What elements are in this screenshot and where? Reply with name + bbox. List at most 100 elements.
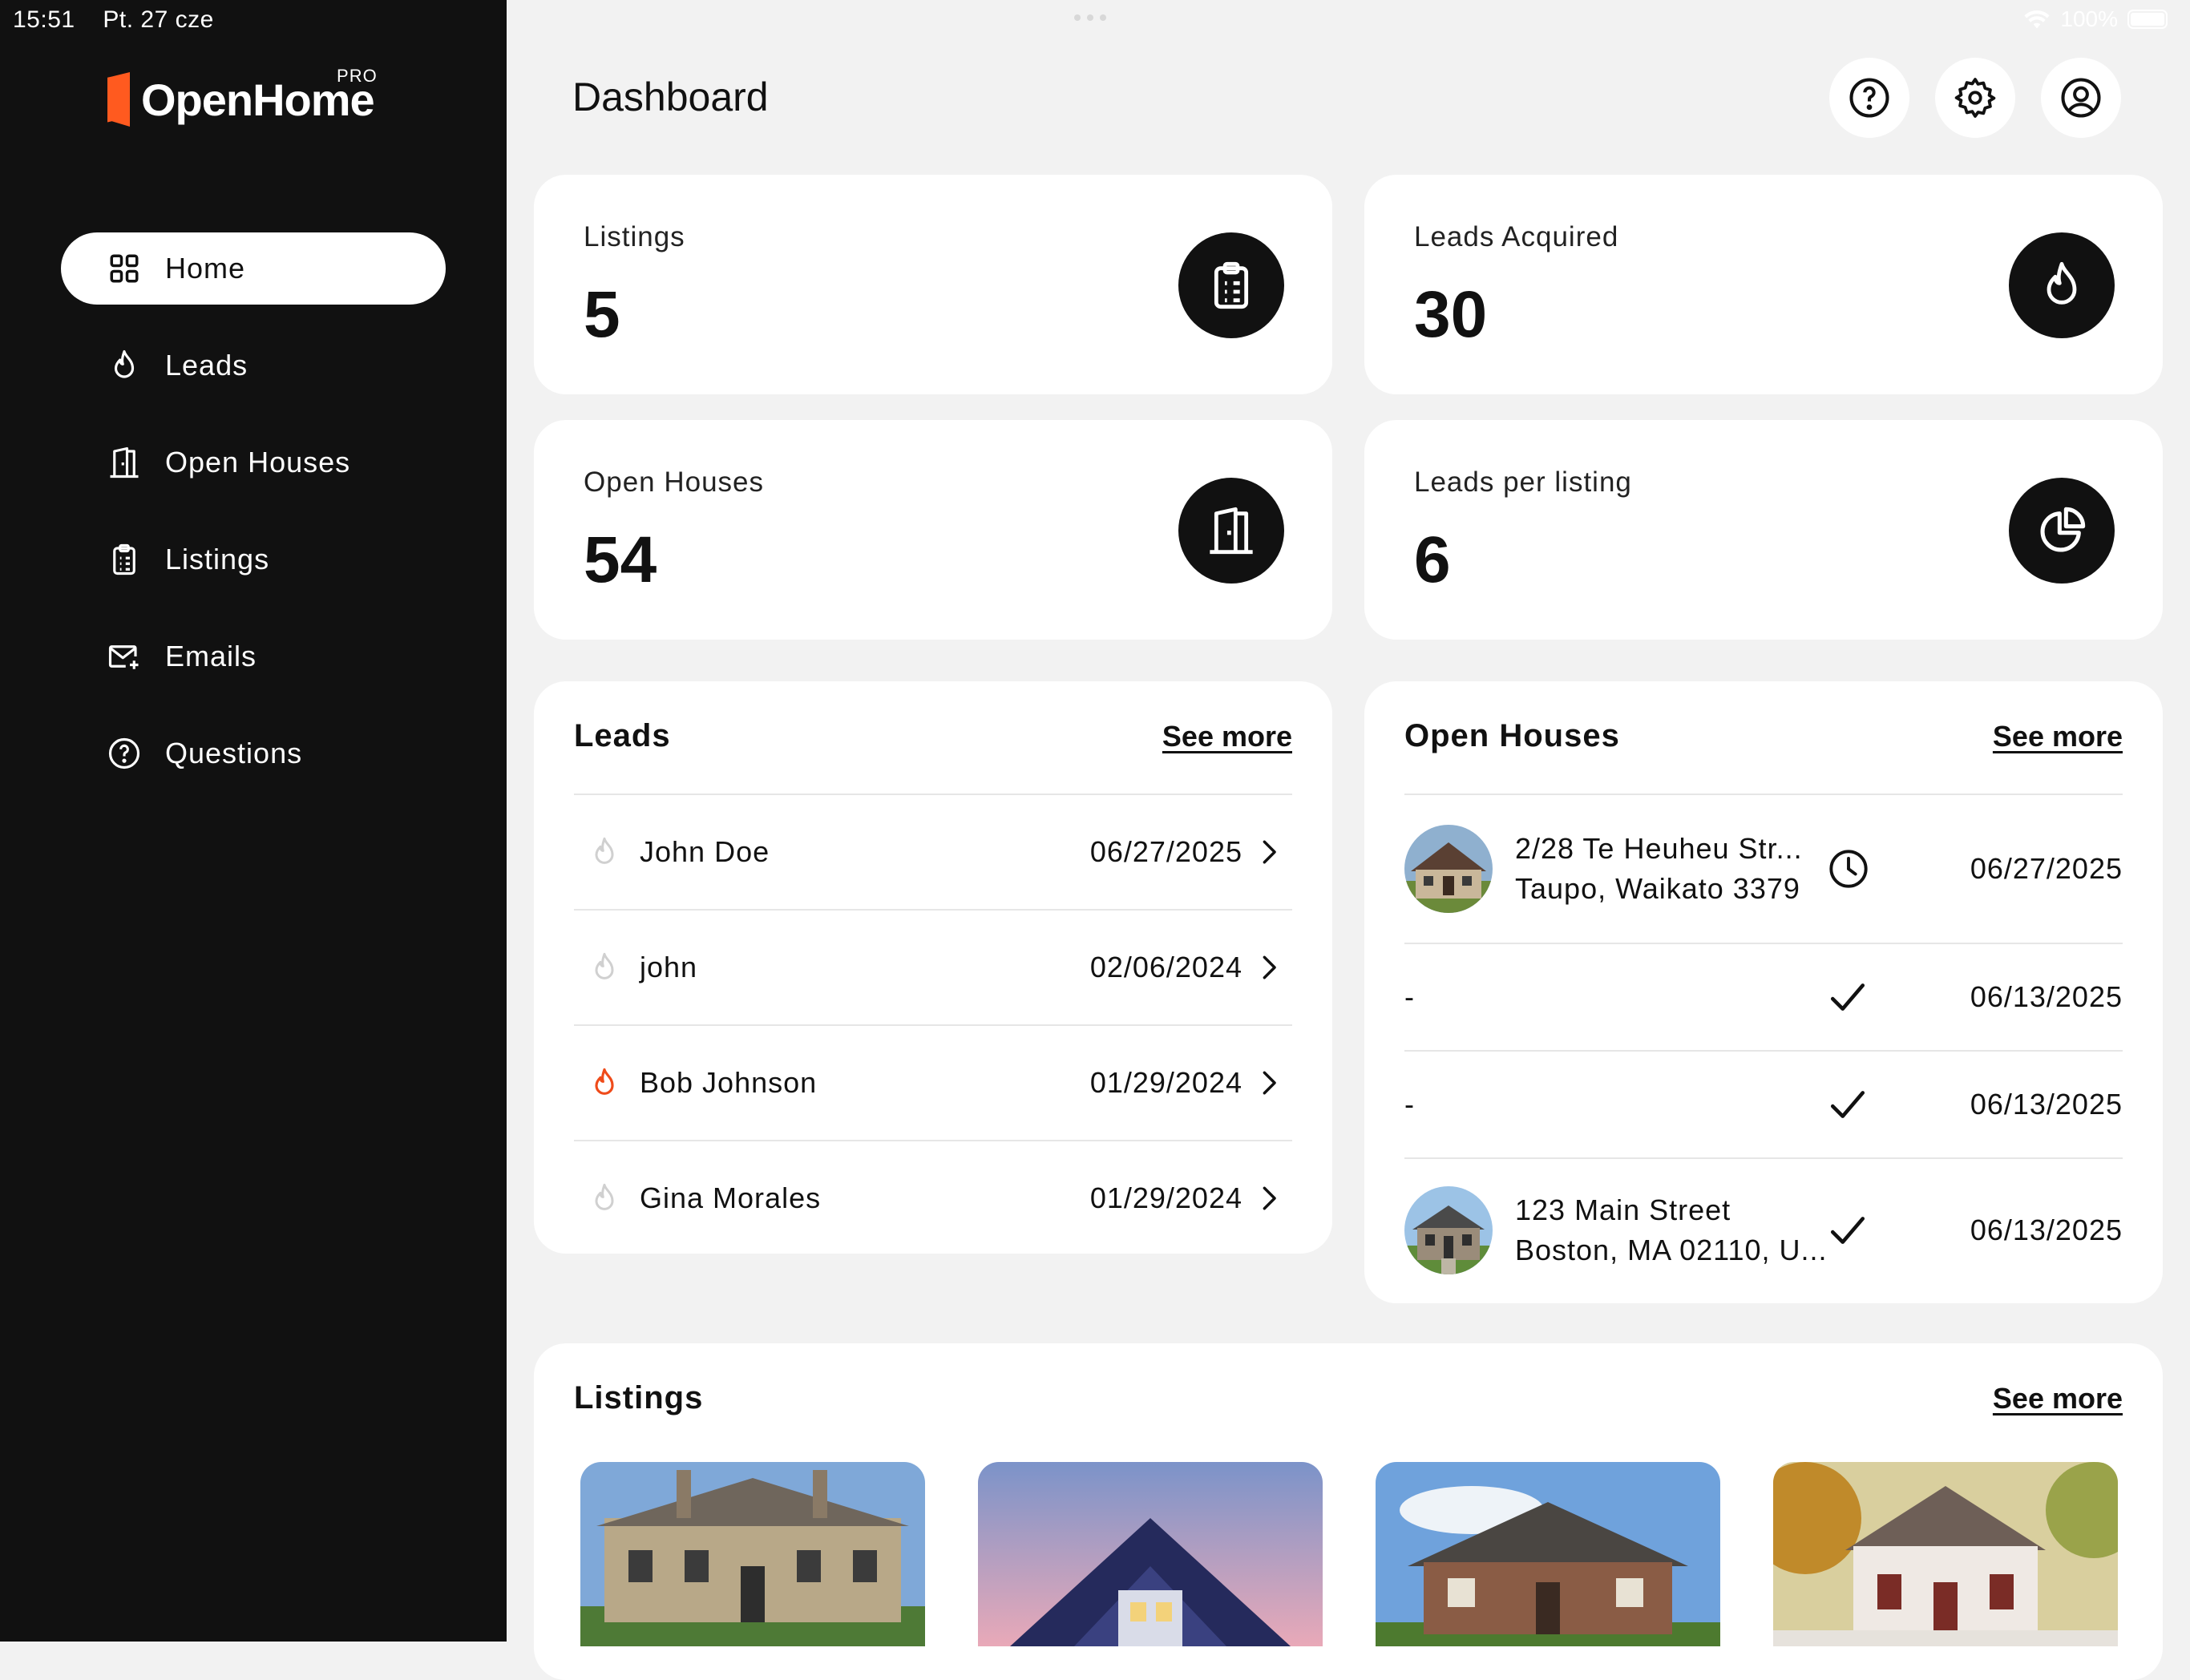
open-house-row[interactable]: - 06/13/2025: [1404, 943, 2123, 1050]
leads-see-more-link[interactable]: See more: [1162, 720, 1292, 753]
open-house-row[interactable]: - 06/13/2025: [1404, 1050, 2123, 1157]
stat-value: 6: [1414, 523, 1451, 596]
open-house-address: 123 Main Street Boston, MA 02110, U...: [1515, 1190, 1970, 1270]
sidebar-item-label: Emails: [165, 640, 257, 672]
listing-photo[interactable]: [1376, 1462, 1720, 1646]
lead-row[interactable]: Bob Johnson 01/29/2024: [574, 1024, 1292, 1140]
sidebar-item-label: Home: [165, 252, 246, 285]
sidebar-item-listings[interactable]: Listings: [61, 523, 446, 596]
pro-badge: PRO: [337, 66, 378, 86]
openhome-logo[interactable]: OpenHome PRO: [107, 66, 377, 127]
lead-date: 06/27/2025: [1089, 835, 1242, 868]
open-house-date: 06/13/2025: [1970, 980, 2123, 1013]
lead-row[interactable]: john 02/06/2024: [574, 909, 1292, 1024]
listings-panel: Listings See more: [534, 1343, 2163, 1680]
stat-value: 5: [584, 278, 620, 351]
open-houses-see-more-link[interactable]: See more: [1993, 720, 2123, 753]
open-houses-list: 2/28 Te Heuheu Str... Taupo, Waikato 337…: [1404, 794, 2123, 1302]
leads-panel: Leads See more John Doe 06/27/2025 john …: [534, 681, 1332, 1254]
listing-photo[interactable]: [1773, 1462, 2118, 1646]
house-thumbnail: [1404, 825, 1493, 913]
stat-card-leads-acquired[interactable]: Leads Acquired 30: [1364, 175, 2163, 394]
open-house-date: 06/13/2025: [1970, 1214, 2123, 1246]
leads-panel-title: Leads: [574, 718, 671, 753]
open-house-row[interactable]: 123 Main Street Boston, MA 02110, U... 0…: [1404, 1157, 2123, 1302]
wifi-icon: [2024, 10, 2050, 29]
check-icon: [1830, 1091, 1865, 1118]
listings-panel-title: Listings: [574, 1380, 704, 1415]
status-date: Pt. 27 cze: [103, 6, 214, 33]
address-line1: -: [1404, 1088, 1415, 1121]
sidebar-item-home[interactable]: Home: [61, 232, 446, 305]
battery-icon: [2127, 10, 2168, 29]
status-time: 15:51: [13, 6, 75, 33]
clock-icon: [1829, 850, 1868, 888]
sidebar: OpenHome PRO Home Leads Open Houses List…: [0, 0, 507, 1642]
sidebar-item-open-houses[interactable]: Open Houses: [61, 426, 446, 499]
listing-photo[interactable]: [580, 1462, 925, 1646]
stat-label: Listings: [584, 221, 685, 252]
battery-percent: 100%: [2060, 6, 2118, 31]
stat-label: Leads per listing: [1414, 466, 1632, 498]
status-right: 100%: [2023, 6, 2168, 32]
question-icon: [108, 737, 140, 769]
lead-row[interactable]: John Doe 06/27/2025: [574, 794, 1292, 909]
house-thumbnail: [1404, 1186, 1493, 1274]
grid-icon: [110, 254, 139, 283]
lead-date: 01/29/2024: [1089, 1181, 1242, 1214]
open-houses-panel: Open Houses See more 2/28 Te Heuheu Str.…: [1364, 681, 2163, 1303]
flame-icon: [595, 1183, 614, 1210]
open-house-address: 2/28 Te Heuheu Str... Taupo, Waikato 337…: [1515, 829, 1970, 909]
lead-row[interactable]: Gina Morales 01/29/2024: [574, 1140, 1292, 1255]
door-logo-icon: [107, 72, 130, 127]
sidebar-item-label: Questions: [165, 737, 303, 769]
sidebar-item-label: Open Houses: [165, 446, 351, 479]
chevron-right-icon: [1263, 1186, 1276, 1210]
sidebar-item-label: Listings: [165, 543, 270, 575]
stat-card-open-houses[interactable]: Open Houses 54: [534, 420, 1332, 640]
open-houses-panel-title: Open Houses: [1404, 718, 1620, 753]
stat-value: 30: [1414, 278, 1488, 351]
flame-icon: [2009, 232, 2115, 338]
open-house-address: -: [1404, 977, 1970, 1017]
flame-icon: [595, 837, 614, 864]
mail-icon: [108, 645, 139, 669]
pie-chart-icon: [2009, 478, 2115, 584]
listing-photo[interactable]: [978, 1462, 1323, 1646]
door-icon: [1178, 478, 1284, 584]
flame-icon: [595, 952, 614, 979]
sidebar-item-leads[interactable]: Leads: [61, 329, 446, 402]
hot-flame-icon: [595, 1068, 614, 1095]
lead-name: Bob Johnson: [640, 1066, 818, 1099]
settings-button[interactable]: [1935, 58, 2015, 138]
check-icon: [1830, 1217, 1865, 1244]
listings-see-more-link[interactable]: See more: [1993, 1382, 2123, 1415]
help-button[interactable]: [1829, 58, 1909, 138]
status-left: 15:51 Pt. 27 cze: [13, 6, 235, 34]
clipboard-icon: [1178, 232, 1284, 338]
main-content: Dashboard Listings 5 Leads Acquired 30 O…: [507, 0, 2190, 1680]
lead-date: 01/29/2024: [1089, 1066, 1242, 1099]
status-bar: 15:51 Pt. 27 cze 100%: [0, 0, 2190, 40]
stat-card-leads-per-listing[interactable]: Leads per listing 6: [1364, 420, 2163, 640]
stat-label: Leads Acquired: [1414, 221, 1619, 252]
sidebar-nav: Home Leads Open Houses Listings Emails Q…: [61, 232, 446, 814]
address-line1: -: [1404, 980, 1415, 1013]
lead-name: John Doe: [640, 835, 770, 868]
multitask-dots[interactable]: [1074, 14, 1106, 21]
chevron-right-icon: [1263, 840, 1276, 864]
open-house-address: -: [1404, 1084, 1970, 1125]
open-house-row[interactable]: 2/28 Te Heuheu Str... Taupo, Waikato 337…: [1404, 794, 2123, 943]
account-button[interactable]: [2041, 58, 2121, 138]
address-line2: Taupo, Waikato 3379: [1515, 872, 1800, 905]
sidebar-item-label: Leads: [165, 349, 248, 382]
leads-list: John Doe 06/27/2025 john 02/06/2024 Bob …: [574, 794, 1292, 1255]
lead-name: john: [640, 951, 698, 983]
sidebar-item-questions[interactable]: Questions: [61, 717, 446, 790]
stat-value: 54: [584, 523, 657, 596]
stat-card-listings[interactable]: Listings 5: [534, 175, 1332, 394]
sidebar-item-emails[interactable]: Emails: [61, 620, 446, 693]
page-title: Dashboard: [572, 75, 769, 119]
check-icon: [1830, 983, 1865, 1011]
lead-name: Gina Morales: [640, 1181, 822, 1214]
